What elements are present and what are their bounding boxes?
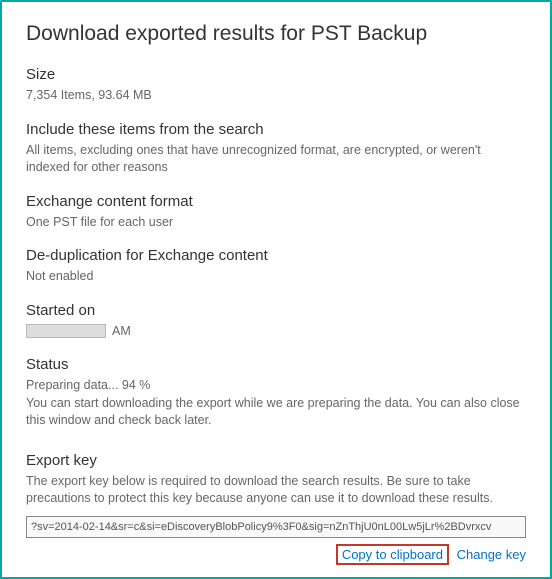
size-label: Size (26, 66, 526, 83)
size-value: 7,354 Items, 93.64 MB (26, 87, 526, 105)
copy-to-clipboard-link[interactable]: Copy to clipboard (336, 544, 449, 565)
exportkey-section: Export key The export key below is requi… (26, 452, 526, 565)
format-value: One PST file for each user (26, 214, 526, 232)
size-section: Size 7,354 Items, 93.64 MB (26, 66, 526, 105)
format-section: Exchange content format One PST file for… (26, 193, 526, 232)
redacted-time (26, 324, 106, 338)
dedup-label: De-duplication for Exchange content (26, 247, 526, 264)
include-section: Include these items from the search All … (26, 121, 526, 177)
include-label: Include these items from the search (26, 121, 526, 138)
exportkey-field[interactable] (26, 516, 526, 538)
status-label: Status (26, 356, 526, 373)
status-section: Status Preparing data... 94 % You can st… (26, 356, 526, 430)
started-label: Started on (26, 302, 526, 319)
change-key-link[interactable]: Change key (457, 547, 526, 562)
key-actions: Copy to clipboard Change key (26, 544, 526, 565)
dedup-section: De-duplication for Exchange content Not … (26, 247, 526, 286)
started-suffix: AM (112, 323, 131, 341)
format-label: Exchange content format (26, 193, 526, 210)
export-dialog: Download exported results for PST Backup… (0, 0, 552, 579)
dedup-value: Not enabled (26, 268, 526, 286)
include-value: All items, excluding ones that have unre… (26, 142, 526, 177)
started-value: AM (26, 323, 526, 341)
exportkey-note: The export key below is required to down… (26, 473, 526, 508)
status-progress: Preparing data... 94 % (26, 377, 526, 395)
page-title: Download exported results for PST Backup (26, 22, 526, 46)
status-note: You can start downloading the export whi… (26, 395, 526, 430)
exportkey-label: Export key (26, 452, 526, 469)
started-section: Started on AM (26, 302, 526, 341)
